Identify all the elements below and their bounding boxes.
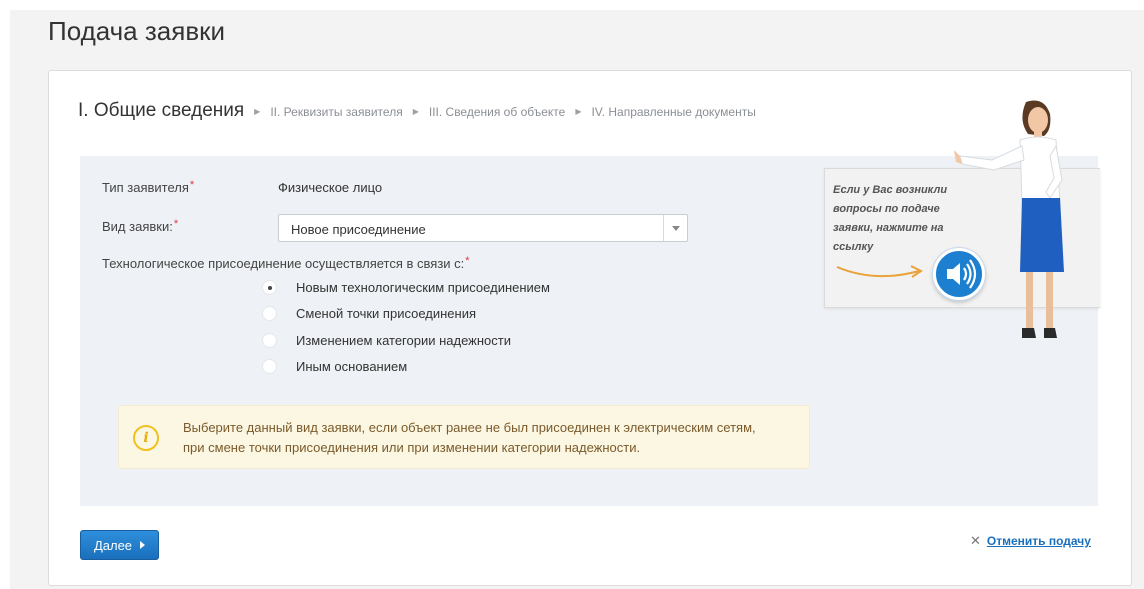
step-separator-icon: ▶ [254,107,261,116]
step-general: I. Общие сведения [78,100,245,121]
curved-arrow-icon [836,265,923,278]
required-mark: * [173,218,179,230]
request-type-select[interactable]: Новое присоединение [278,214,688,242]
radio-label: Сменой точки присоединения [296,306,477,321]
radio-label: Иным основанием [296,359,408,374]
applicant-type-label: Тип заявителя* [102,179,195,195]
radio-button[interactable] [262,306,277,321]
info-text-line: Выберите данный вид заявки, если объект … [183,420,756,435]
assistant-figure-icon [954,100,1064,338]
close-icon[interactable]: ✕ [970,533,981,549]
radio-label: Новым технологическим присоединением [296,280,550,295]
next-button-label: Далее [93,537,133,553]
radio-button[interactable] [262,333,277,348]
request-type-selected-value: Новое присоединение [291,222,426,237]
step-documents[interactable]: IV. Направленные документы [591,105,755,119]
radio-button[interactable] [262,280,277,295]
wizard-steps: I. Общие сведения ▶ II. Реквизиты заявит… [78,100,756,122]
chevron-down-icon[interactable] [663,215,687,241]
radio-change-category[interactable]: Изменением категории надежности [262,333,511,348]
page-title: Подача заявки [48,16,226,46]
required-mark: * [465,255,470,267]
step-object-details[interactable]: III. Сведения об объекте [429,105,565,119]
info-icon: i [133,425,159,451]
info-notice: i Выберите данный вид заявки, если объек… [118,405,810,469]
info-text-line: при смене точки присоединения или при из… [183,440,641,455]
info-text: Выберите данный вид заявки, если объект … [183,418,803,458]
step-applicant-details[interactable]: II. Реквизиты заявителя [270,105,402,119]
cancel-submission[interactable]: ✕ Отменить подачу [970,533,1091,549]
cancel-submission-link[interactable]: Отменить подачу [987,534,1091,548]
radio-label: Изменением категории надежности [296,333,512,348]
chevron-right-icon [140,541,146,549]
required-mark: * [189,179,195,191]
radio-other-reason[interactable]: Иным основанием [262,359,407,374]
next-button[interactable]: Далее [80,530,159,560]
step-separator-icon: ▶ [575,107,582,116]
step-separator-icon: ▶ [412,107,419,116]
radio-new-connection[interactable]: Новым технологическим присоединением [262,280,550,295]
request-type-label: Вид заявки:* [102,218,179,234]
radio-change-point[interactable]: Сменой точки присоединения [262,306,476,321]
radio-button[interactable] [262,359,277,374]
applicant-type-value: Физическое лицо [278,180,383,195]
connection-reason-label: Технологическое присоединение осуществля… [102,255,470,271]
